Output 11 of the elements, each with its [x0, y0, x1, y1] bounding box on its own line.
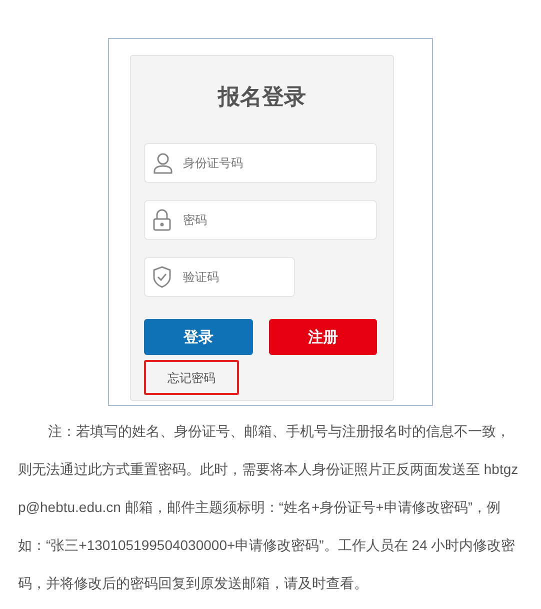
input-field[interactable]: 密码 — [144, 200, 377, 240]
login-button[interactable]: 登录 — [144, 319, 253, 355]
note-paragraph: 注：若填写的姓名、身份证号、邮箱、手机号与注册报名时的信息不一致，则无法通过此方式重置密码。此时，需要将本人身份证照片正反两面发送至 hbtgzp@hebtu.edu.cn 邮箱，邮件主题须标明：“姓名+身份证号+申请修改密码”，例如：“张三+130105199504030000+申请修改密码”。工作人员在 24 小时内修改密码，并将修改后的密码回复到原发送邮箱，请及时查看。 — [18, 422, 520, 593]
forgot-password-link[interactable]: 忘记密码 — [144, 360, 239, 395]
register-button[interactable]: 注册 — [269, 319, 377, 355]
input-field[interactable]: 验证码 — [144, 257, 295, 297]
lock-icon — [153, 209, 171, 231]
login-title: 报名登录 — [218, 84, 307, 112]
user-icon — [153, 152, 173, 174]
shield-check-icon — [153, 266, 171, 288]
input-field[interactable]: 身份证号码 — [144, 143, 377, 183]
